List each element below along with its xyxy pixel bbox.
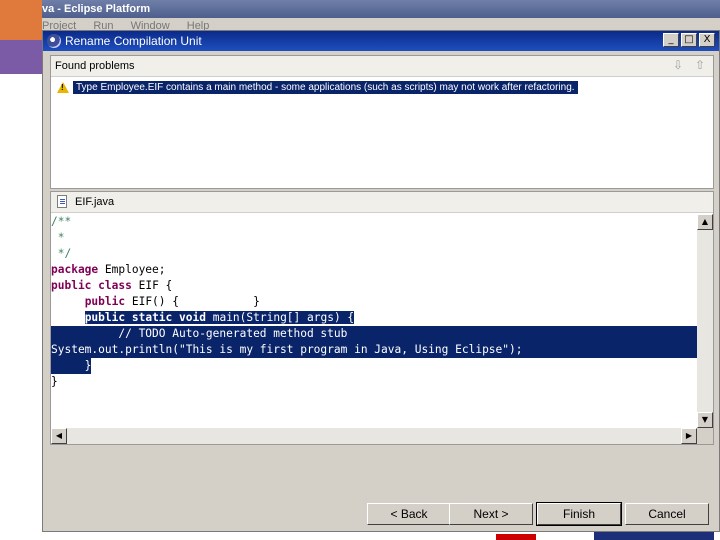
code-line: /** [51, 215, 72, 228]
preview-tab-label: EIF.java [75, 196, 115, 208]
code-line-selected: public static void main(String[] args) { [84, 311, 355, 324]
code-line: */ [51, 247, 72, 260]
preview-tab: EIF.java [51, 192, 713, 213]
warning-icon [57, 81, 69, 93]
horizontal-scrollbar[interactable]: ◀ ▶ [51, 428, 697, 444]
previous-problem-icon[interactable]: ⇧ [693, 58, 707, 72]
rename-dialog: Rename Compilation Unit _ □ X Found prob… [42, 30, 720, 532]
minimize-button[interactable]: _ [663, 33, 679, 47]
java-file-icon [57, 195, 67, 208]
dialog-titlebar[interactable]: Rename Compilation Unit _ □ X [43, 31, 719, 51]
code-line: * [51, 231, 65, 244]
scroll-up-icon[interactable]: ▲ [697, 214, 713, 230]
slide-accent-orange [0, 0, 42, 40]
scrollbar-corner [697, 428, 713, 444]
code-line: public class EIF { [51, 279, 173, 292]
code-line: } [51, 375, 58, 388]
code-line-selected: System.out.println("This is my first pro… [51, 342, 697, 358]
problems-header: Found problems ⇩ ⇧ [51, 56, 713, 77]
code-line-selected: } [51, 358, 92, 374]
next-problem-icon[interactable]: ⇩ [671, 58, 685, 72]
eclipse-icon [47, 34, 61, 48]
next-button[interactable]: Next > [449, 503, 533, 525]
code-line-selected: // TODO Auto-generated method stub [51, 326, 697, 342]
scroll-right-icon[interactable]: ▶ [681, 428, 697, 444]
maximize-button[interactable]: □ [681, 33, 697, 47]
close-button[interactable]: X [699, 33, 715, 47]
problem-message: Type Employee.EIF contains a main method… [73, 80, 578, 94]
scroll-left-icon[interactable]: ◀ [51, 428, 67, 444]
slide-footer-deco [496, 532, 720, 540]
slide-accent-purple [0, 40, 42, 74]
code-preview-panel: EIF.java /** * */ package Employee; publ… [50, 191, 714, 445]
cancel-button[interactable]: Cancel [625, 503, 709, 525]
problems-header-label: Found problems [55, 60, 135, 72]
code-line: public EIF() { } [84, 295, 260, 308]
finish-button[interactable]: Finish [536, 502, 622, 526]
vertical-scrollbar[interactable]: ▲ ▼ [697, 214, 713, 428]
problem-item[interactable]: Type Employee.EIF contains a main method… [57, 80, 578, 94]
found-problems-panel: Found problems ⇩ ⇧ Type Employee.EIF con… [50, 55, 714, 189]
dialog-title: Rename Compilation Unit [65, 34, 202, 48]
code-editor[interactable]: /** * */ package Employee; public class … [51, 214, 697, 428]
code-line: package Employee; [51, 263, 166, 276]
scroll-down-icon[interactable]: ▼ [697, 412, 713, 428]
window-controls: _ □ X [663, 33, 715, 47]
back-button[interactable]: < Back [367, 503, 451, 525]
eclipse-window-title: va - Eclipse Platform [42, 0, 720, 18]
